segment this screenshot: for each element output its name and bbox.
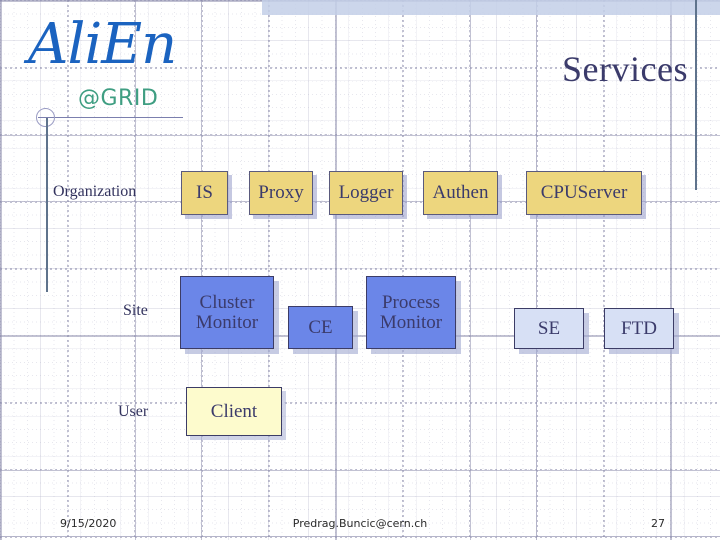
logo-alien-text: AliEn — [28, 12, 177, 77]
slide-canvas: AliEn @GRID Services Organization Site U… — [0, 0, 720, 540]
page-title: Services — [562, 49, 688, 89]
node-process-monitor[interactable]: Process Monitor — [366, 276, 456, 349]
node-ce[interactable]: CE — [288, 306, 353, 349]
node-client[interactable]: Client — [186, 387, 282, 436]
node-authen[interactable]: Authen — [423, 171, 498, 215]
row-label-organization: Organization — [53, 183, 137, 200]
node-cpuserver[interactable]: CPUServer — [526, 171, 642, 215]
node-se[interactable]: SE — [514, 308, 584, 349]
node-ftd[interactable]: FTD — [604, 308, 674, 349]
node-logger[interactable]: Logger — [329, 171, 403, 215]
right-vertical-rule — [695, 0, 697, 190]
footer-page-number: 27 — [651, 517, 665, 530]
node-cluster-monitor[interactable]: Cluster Monitor — [180, 276, 274, 349]
node-is[interactable]: IS — [181, 171, 228, 215]
logo-underline — [38, 117, 183, 118]
row-label-site: Site — [123, 302, 148, 319]
left-vertical-rule — [46, 118, 48, 292]
logo-grid-subtitle: @GRID — [78, 86, 159, 111]
top-accent-band — [262, 0, 720, 15]
footer-email: Predrag.Buncic@cern.ch — [292, 517, 428, 530]
node-proxy[interactable]: Proxy — [249, 171, 313, 215]
row-label-user: User — [118, 403, 149, 420]
footer-date: 9/15/2020 — [60, 517, 117, 530]
